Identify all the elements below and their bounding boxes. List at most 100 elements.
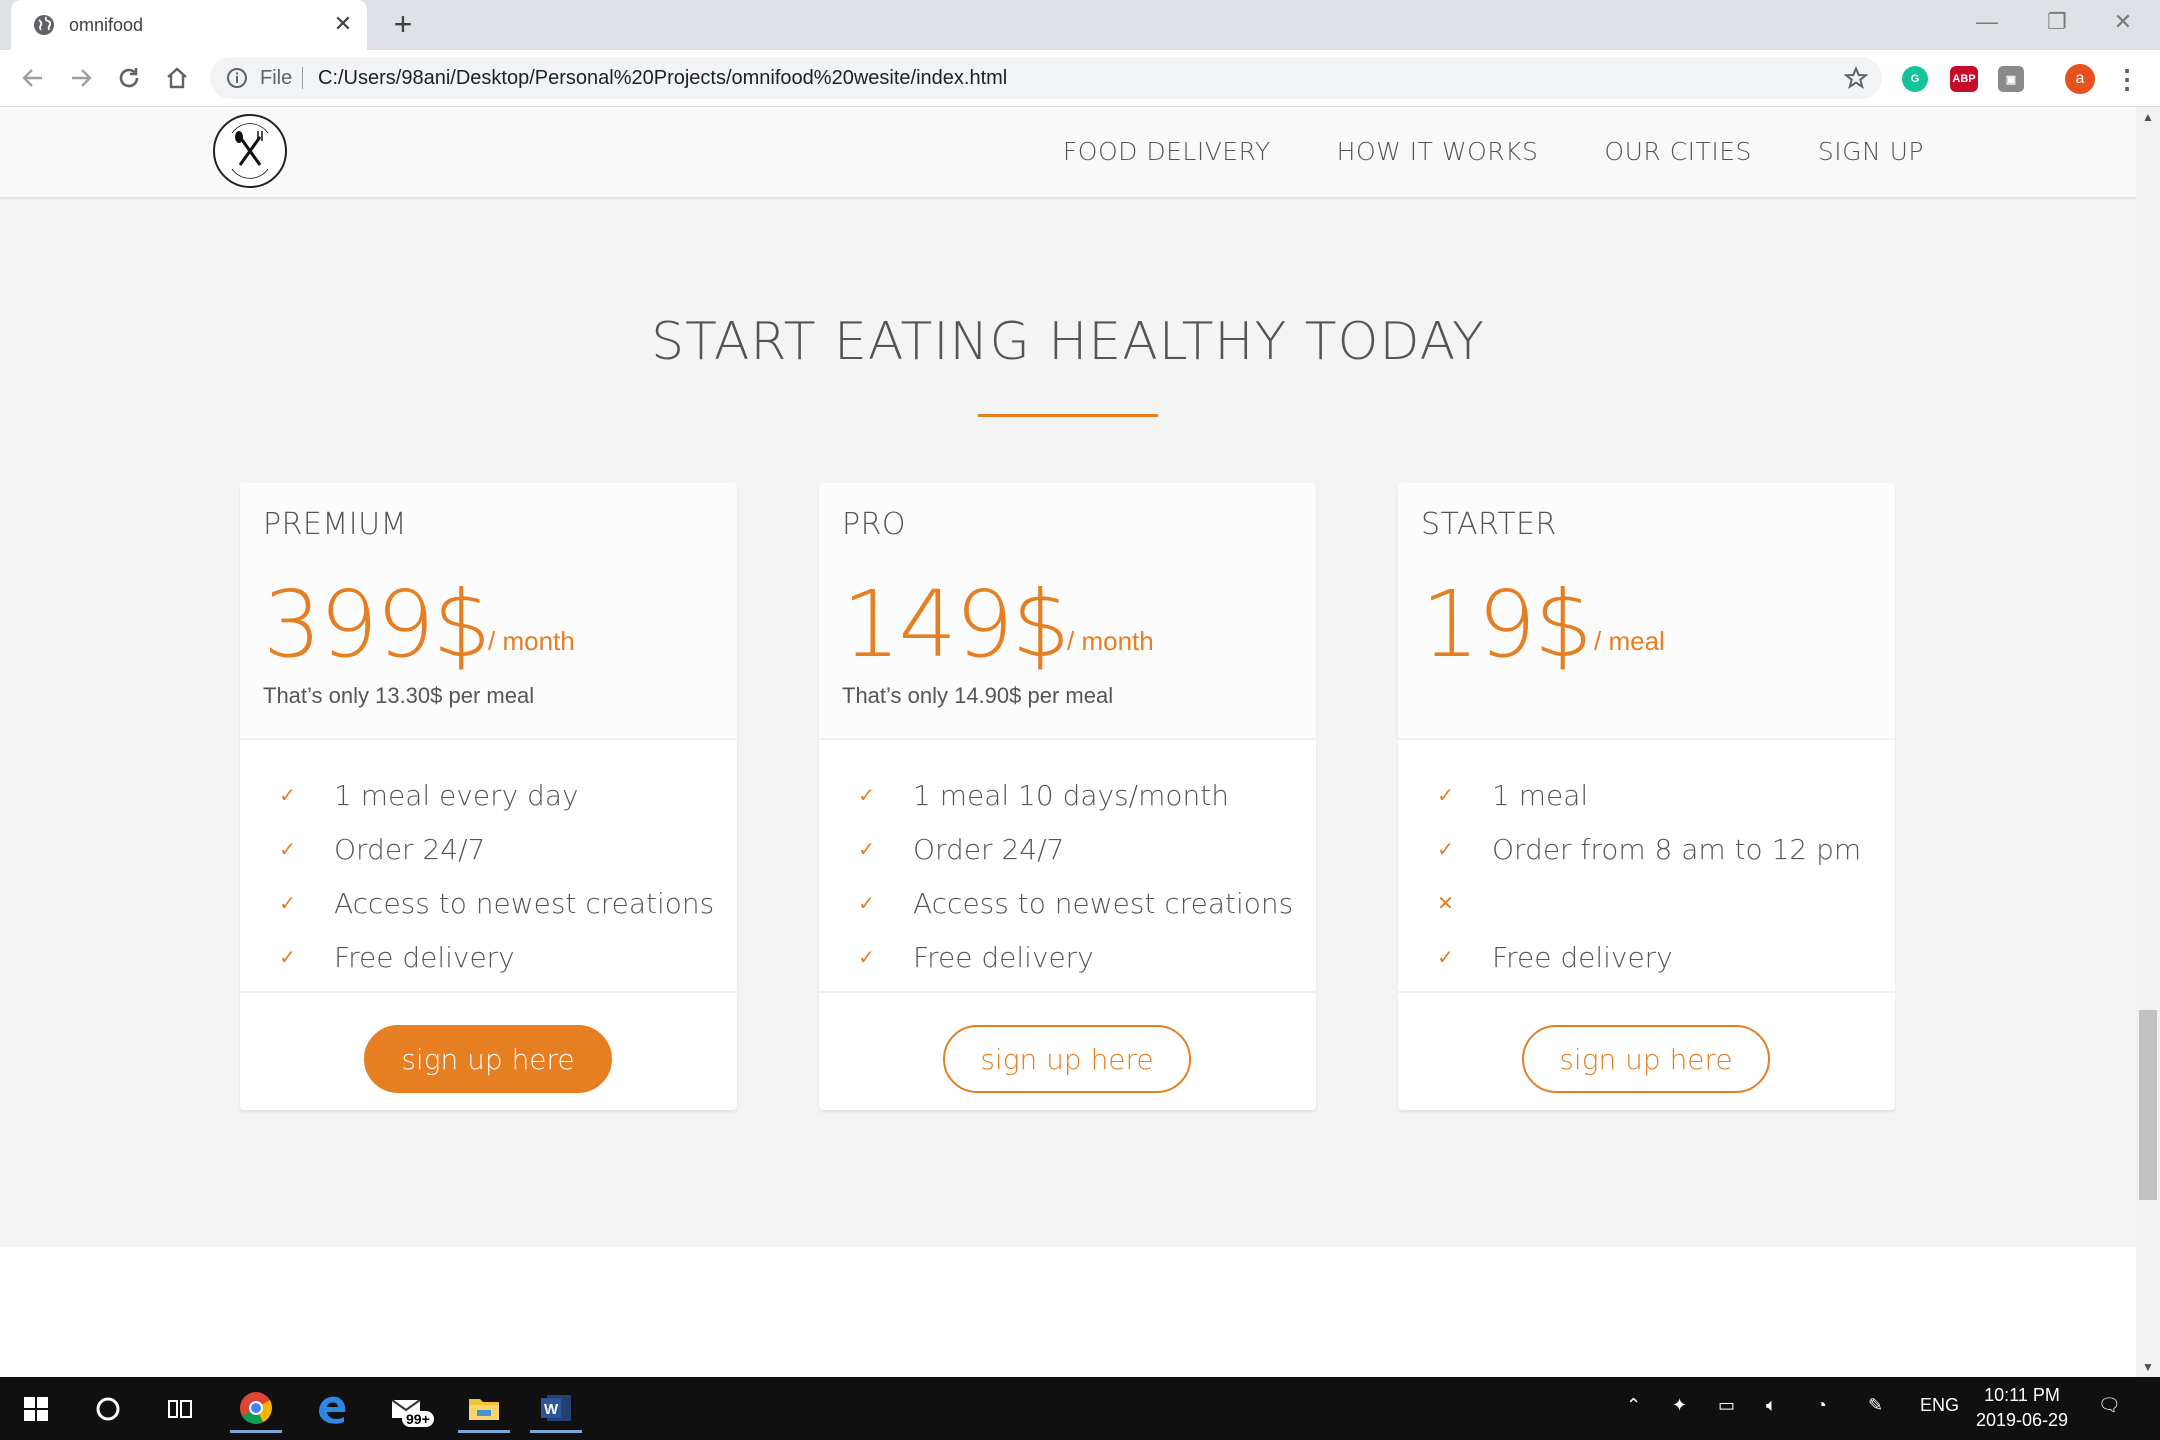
plan-divider [240,991,737,993]
plan-price: 399$ [263,571,491,678]
section-title: START EATING HEALTHY TODAY [651,312,1485,372]
plan-period: / month [488,626,575,656]
plan-header: PREMIUM 399$ / month That’s only 13.30$ … [240,483,737,740]
volume-icon[interactable]: 🔈︎ [1766,1395,1777,1416]
browser-toolbar: File C:/Users/98ani/Desktop/Personal%20P… [0,50,2160,107]
forward-button[interactable] [62,59,100,97]
close-window-button[interactable]: ✕ [2090,0,2156,44]
plan-header: PRO 149$ / month That’s only 14.90$ per … [819,483,1316,740]
menu-kebab-icon[interactable]: ⋮ [2114,64,2140,94]
mail-taskbar-icon[interactable]: 99+ [382,1385,434,1433]
windows-start-icon[interactable] [10,1385,62,1433]
scrollbar-thumb[interactable] [2139,1010,2157,1200]
plan-card-pro: PRO 149$ / month That’s only 14.90$ per … [819,483,1316,1110]
plan-card-premium: PREMIUM 399$ / month That’s only 13.30$ … [240,483,737,1110]
language-indicator[interactable]: ENG [1920,1395,1959,1416]
profile-avatar[interactable]: a [2065,64,2095,94]
back-button[interactable] [14,59,52,97]
checkmark-icon: ✓ [279,783,296,807]
plan-price: 19$ [1421,571,1593,678]
omnifood-logo[interactable] [213,114,287,188]
system-clock[interactable]: 10:11 PM 2019-06-29 [1960,1383,2084,1433]
sign-up-button-pro[interactable]: sign up here [943,1025,1191,1093]
reload-button[interactable] [110,59,148,97]
url-text[interactable]: C:/Users/98ani/Desktop/Personal%20Projec… [318,67,1007,90]
plan-period: / meal [1594,626,1665,656]
list-item: ✓ Order 24/7 [854,822,1293,876]
task-view-icon[interactable] [154,1385,206,1433]
sign-up-button-premium[interactable]: sign up here [364,1025,612,1093]
list-item: ✓ Free delivery [854,930,1293,984]
cortana-search-icon[interactable] [82,1385,134,1433]
feature-text: Order 24/7 [334,832,486,866]
chrome-taskbar-icon[interactable] [230,1385,282,1433]
title-divider [978,414,1158,417]
network-icon[interactable]: ◔ [1816,1395,1827,1416]
grammarly-extension-icon[interactable]: G [1902,66,1928,92]
fork-knife-logo-icon [231,123,269,179]
battery-icon[interactable]: ▭ [1718,1395,1735,1416]
feature-text: 1 meal every day [334,778,579,812]
separator [302,67,303,89]
home-icon [167,67,187,89]
sign-up-button-starter[interactable]: sign up here [1522,1025,1770,1093]
scheme-label: File [260,67,293,89]
browser-tab[interactable]: omnifood ✕ [11,0,367,50]
show-hidden-icons-icon[interactable]: ⌃ [1626,1395,1641,1416]
address-bar[interactable]: File C:/Users/98ani/Desktop/Personal%20P… [210,57,1882,99]
new-tab-button[interactable]: + [386,8,420,42]
tab-close-icon[interactable]: ✕ [329,10,357,38]
action-center-icon[interactable]: 🗨︎ [2098,1395,2121,1416]
file-explorer-taskbar-icon[interactable] [458,1385,510,1433]
scroll-up-arrow-icon[interactable]: ▲ [2136,107,2160,127]
chrome-icon [240,1391,272,1424]
plan-name: PREMIUM [263,507,407,542]
pen-workspace-icon[interactable]: ✎ [1868,1395,1883,1416]
page-scrollbar[interactable]: ▲ ▼ [2136,107,2160,1377]
plan-features: ✓ 1 meal 10 days/month ✓ Order 24/7 ✓ Acces… [854,768,1293,984]
checkmark-icon: ✓ [858,783,875,807]
plan-note: That’s only 13.30$ per meal [263,683,535,708]
main-navigation: FOOD DELIVERY HOW IT WORKS OUR CITIES SI… [1063,137,1924,166]
edge-icon [319,1396,346,1424]
site-header: FOOD DELIVERY HOW IT WORKS OUR CITIES SI… [0,107,2136,197]
list-item: ✕ [1433,876,1861,930]
restore-button[interactable]: ❐ [2024,0,2090,44]
edge-taskbar-icon[interactable] [306,1385,358,1433]
reload-icon [119,68,139,88]
plan-card-starter: STARTER 19$ / meal ✓ 1 meal ✓ Order from 8… [1398,483,1895,1110]
list-item: ✓ 1 meal every day [275,768,714,822]
info-icon[interactable] [226,67,248,89]
extension-puzzle-icon[interactable]: ▣ [1998,66,2024,92]
home-button[interactable] [158,59,196,97]
nav-our-cities[interactable]: OUR CITIES [1604,137,1751,166]
checkmark-icon: ✓ [1437,783,1454,807]
list-item: ✓ Free delivery [275,930,714,984]
forward-arrow-icon [72,69,92,87]
feature-text: 1 meal 10 days/month [913,778,1229,812]
feature-text: 1 meal [1492,778,1589,812]
feature-text: Order 24/7 [913,832,1065,866]
list-item: ✓ Access to newest creations [275,876,714,930]
checkmark-icon: ✓ [858,891,875,915]
checkmark-icon: ✓ [1437,945,1454,969]
list-item: ✓ 1 meal [1433,768,1861,822]
tab-strip: omnifood ✕ + — ❐ ✕ [0,0,2160,50]
checkmark-icon: ✓ [279,945,296,969]
minimize-button[interactable]: — [1954,0,2020,44]
adblock-extension-icon[interactable]: ABP [1950,66,1978,92]
dropbox-icon[interactable]: ✦ [1672,1395,1687,1416]
nav-how-it-works[interactable]: HOW IT WORKS [1337,137,1539,166]
feature-text: Free delivery [913,940,1094,974]
plan-price: 149$ [842,571,1070,678]
globe-icon [34,15,54,35]
checkmark-icon: ✓ [858,837,875,861]
nav-food-delivery[interactable]: FOOD DELIVERY [1063,137,1271,166]
scroll-down-arrow-icon[interactable]: ▼ [2136,1357,2160,1377]
word-icon: W [541,1394,571,1421]
word-taskbar-icon[interactable]: W [530,1385,582,1433]
plan-header: STARTER 19$ / meal [1398,483,1895,740]
nav-sign-up[interactable]: SIGN UP [1818,137,1924,166]
bookmark-star-icon[interactable] [1844,66,1868,90]
page-viewport: FOOD DELIVERY HOW IT WORKS OUR CITIES SI… [0,107,2136,1377]
